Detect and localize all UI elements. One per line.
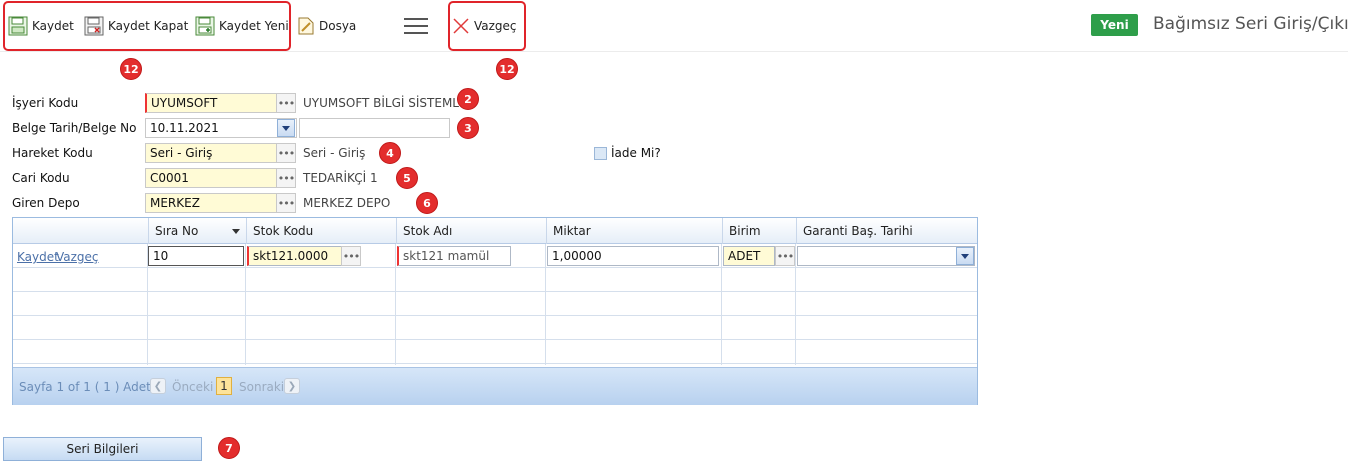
table-row: [13, 316, 977, 340]
warranty-date-select[interactable]: [797, 246, 975, 266]
column-divider: [245, 244, 246, 365]
document-number-field[interactable]: [299, 118, 450, 138]
quantity-input[interactable]: 1,00000: [547, 246, 719, 266]
column-divider: [545, 244, 546, 365]
table-row: [13, 340, 977, 364]
marker-2: 2: [457, 88, 479, 110]
menu-icon[interactable]: [404, 18, 428, 34]
page-title: Bağımsız Seri Giriş/Çıkış: [1153, 14, 1348, 34]
grid-pager: Sayfa 1 of 1 ( 1 ) Adet ❮ Önceki 1 Sonra…: [13, 367, 977, 405]
column-header-warranty-date[interactable]: Garanti Baş. Tarihi: [796, 218, 977, 244]
column-divider: [795, 244, 796, 365]
stock-name-input[interactable]: skt121 mamül: [397, 246, 511, 266]
column-label: Stok Adı: [403, 224, 453, 238]
stock-code-input[interactable]: skt121.0000: [247, 246, 343, 266]
marker-3: 3: [457, 117, 479, 139]
marker-4: 4: [379, 142, 401, 164]
unit-input[interactable]: ADET: [723, 246, 775, 266]
warehouse-field[interactable]: MERKEZ: [145, 193, 277, 213]
column-label: Birim: [729, 224, 761, 238]
new-status-badge: Yeni: [1091, 14, 1138, 36]
serial-grid: Sıra No Stok Kodu Stok Adı Miktar Birim …: [12, 217, 978, 405]
next-page-link[interactable]: Sonraki: [239, 380, 284, 394]
warranty-date-dropdown-button[interactable]: [956, 247, 974, 265]
warehouse-lookup-button[interactable]: •••: [276, 193, 296, 213]
movement-description: Seri - Giriş: [303, 146, 366, 160]
date-dropdown-button[interactable]: [277, 119, 295, 137]
column-divider: [395, 244, 396, 365]
workplace-description: UYUMSOFT BİLGİ SİSTEML: [303, 96, 459, 110]
next-page-icon[interactable]: ❯: [284, 378, 300, 394]
column-label: Stok Kodu: [253, 224, 314, 238]
seq-input[interactable]: 10: [148, 246, 244, 266]
column-header-stock-code[interactable]: Stok Kodu: [246, 218, 396, 244]
pager-summary: Sayfa 1 of 1 ( 1 ) Adet: [19, 380, 151, 394]
account-lookup-button[interactable]: •••: [276, 168, 296, 188]
unit-lookup-button[interactable]: •••: [775, 246, 795, 266]
column-header-unit[interactable]: Birim: [722, 218, 796, 244]
grid-header: Sıra No Stok Kodu Stok Adı Miktar Birim …: [13, 218, 977, 244]
stock-code-lookup-button[interactable]: •••: [341, 246, 361, 266]
chevron-down-icon: [282, 125, 290, 131]
table-row: [13, 292, 977, 316]
file-button[interactable]: Dosya: [297, 14, 356, 38]
return-label: İade Mi?: [611, 146, 661, 160]
table-row: [13, 268, 977, 292]
marker-12-save: 12: [120, 58, 142, 80]
marker-12-cancel: 12: [496, 58, 518, 80]
serial-info-button[interactable]: Seri Bilgileri: [3, 437, 202, 461]
file-label: Dosya: [319, 19, 357, 33]
save-actions-highlight: [3, 1, 291, 51]
column-divider: [721, 244, 722, 365]
marker-7: 7: [218, 437, 240, 459]
return-checkbox[interactable]: [594, 147, 607, 160]
column-header-quantity[interactable]: Miktar: [546, 218, 722, 244]
workplace-lookup-button[interactable]: •••: [276, 93, 296, 113]
account-description: TEDARİKÇİ 1: [303, 171, 378, 185]
document-date-field[interactable]: 10.11.2021: [145, 118, 297, 138]
warehouse-label: Giren Depo: [12, 196, 80, 210]
movement-label: Hareket Kodu: [12, 146, 93, 160]
account-label: Cari Kodu: [12, 171, 70, 185]
movement-code-field[interactable]: Seri - Giriş: [145, 143, 277, 163]
chevron-down-icon: [961, 253, 969, 259]
document-label: Belge Tarih/Belge No: [12, 121, 137, 135]
column-label: Miktar: [553, 224, 591, 238]
cancel-highlight: [448, 1, 526, 51]
movement-lookup-button[interactable]: •••: [276, 143, 296, 163]
column-label: Sıra No: [155, 224, 199, 238]
marker-5: 5: [396, 167, 418, 189]
workplace-code-field[interactable]: UYUMSOFT: [145, 93, 277, 113]
column-label: Garanti Baş. Tarihi: [803, 224, 913, 238]
column-header-seq[interactable]: Sıra No: [148, 218, 246, 244]
prev-page-icon[interactable]: ❮: [150, 378, 166, 394]
file-icon: [298, 17, 314, 35]
sort-desc-icon: [232, 229, 240, 234]
marker-6: 6: [416, 192, 438, 214]
column-header-stock-name[interactable]: Stok Adı: [396, 218, 546, 244]
page-number-current[interactable]: 1: [216, 377, 232, 395]
workplace-label: İşyeri Kodu: [12, 96, 79, 110]
row-cancel-link[interactable]: Vazgeç: [56, 250, 99, 264]
warehouse-description: MERKEZ DEPO: [303, 196, 391, 210]
row-save-link[interactable]: Kaydet: [17, 250, 59, 264]
account-code-field[interactable]: C0001: [145, 168, 277, 188]
prev-page-link[interactable]: Önceki: [172, 380, 213, 394]
